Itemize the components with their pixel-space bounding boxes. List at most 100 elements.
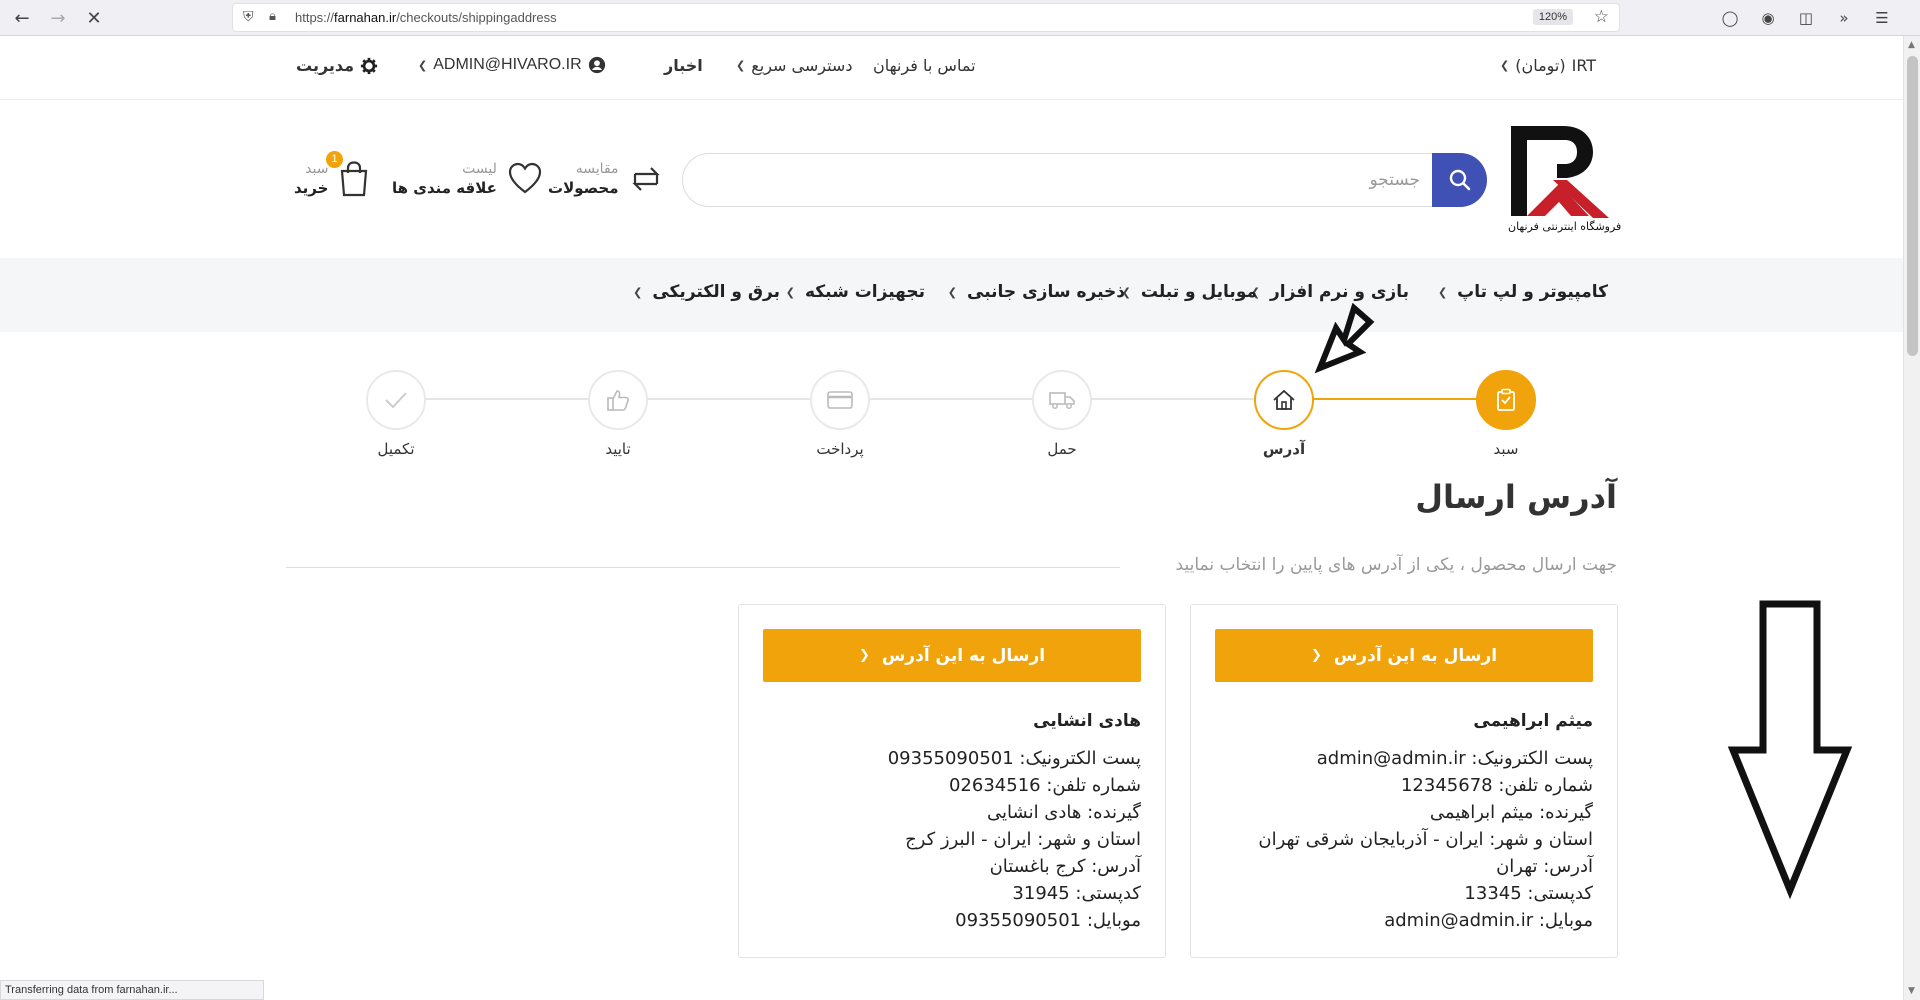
address-receiver: گیرنده: میثم ابراهیمی xyxy=(1429,802,1593,823)
heart-icon xyxy=(508,162,541,194)
wishlist-link[interactable]: لیست علاقه مندی ها xyxy=(392,155,543,203)
scroll-down-icon[interactable]: ▼ xyxy=(1908,986,1915,996)
ship-to-address-button[interactable]: ارسال به این آدرس ❮ xyxy=(763,629,1141,682)
compare-arrows-icon xyxy=(631,167,660,191)
step-label-complete: تکمیل xyxy=(377,440,415,458)
compare-products-link[interactable]: مقایسه محصولات xyxy=(548,155,663,203)
admin-link[interactable]: مدیریت xyxy=(296,56,378,75)
chevron-down-icon: ❯ xyxy=(418,58,428,72)
ship-to-address-button[interactable]: ارسال به این آدرس ❮ xyxy=(1215,629,1593,682)
address-phone: شماره تلفن: 02634516 xyxy=(948,775,1141,796)
scroll-up-icon[interactable]: ▲ xyxy=(1908,40,1915,50)
chevron-down-icon: ❯ xyxy=(736,59,746,72)
extensions-icon[interactable]: ◫ xyxy=(1792,4,1820,32)
address-email: پست الکترونیک: 09355090501 xyxy=(887,748,1141,769)
zoom-level[interactable]: 120% xyxy=(1532,9,1573,25)
page-subtitle: جهت ارسال محصول ، یکی از آدرس های پایین … xyxy=(1175,555,1617,575)
address-card: ارسال به این آدرس ❮ هادی انشایی پست الکت… xyxy=(738,604,1166,958)
category-nav: کامپیوتر و لپ تاپ ❯ بازی و نرم افزار ❯ موب… xyxy=(0,258,1903,332)
cart-count-badge: 1 xyxy=(326,151,343,168)
chevron-down-icon: ❯ xyxy=(633,285,643,299)
address-bar[interactable]: ⛨ 🔒︎ https://farnahan.ir/checkouts/shipp… xyxy=(232,3,1620,32)
address-mobile: موبایل: 09355090501 xyxy=(955,910,1141,931)
chevron-down-icon: ❯ xyxy=(1437,285,1448,299)
steps-progress xyxy=(1284,398,1506,400)
user-menu[interactable]: ADMIN@HIVARO.IR ❯ xyxy=(418,56,606,74)
search-icon xyxy=(1449,169,1470,191)
chevron-left-icon: ❮ xyxy=(858,648,870,663)
step-label-payment: پرداخت xyxy=(816,440,864,458)
page-scrollbar[interactable]: ▲ ▼ xyxy=(1903,36,1920,1000)
chevron-down-icon: ❯ xyxy=(785,285,795,299)
step-cart[interactable] xyxy=(1476,370,1536,430)
address-mobile: موبایل: admin@admin.ir xyxy=(1384,910,1593,931)
logo-caption: فروشگاه اینترنتی فرنهان xyxy=(1508,220,1622,233)
category-external-storage[interactable]: ذخیره سازی جانبی ❯ xyxy=(948,282,1125,302)
address-street: آدرس: تهران xyxy=(1496,856,1593,877)
clipboard-icon xyxy=(1497,388,1515,411)
address-email: پست الکترونیک: admin@admin.ir xyxy=(1316,748,1593,769)
address-card: ارسال به این آدرس ❮ میثم ابراهیمی پست ال… xyxy=(1190,604,1618,958)
chevron-down-icon: ❯ xyxy=(947,285,957,299)
contact-link[interactable]: تماس با فرنهان xyxy=(873,56,976,75)
account-icon[interactable]: ◉ xyxy=(1754,4,1782,32)
scrollbar-thumb[interactable] xyxy=(1907,56,1918,356)
stop-loading-icon[interactable]: ✕ xyxy=(80,4,108,32)
address-street: آدرس: کرج باغستان xyxy=(989,856,1141,877)
lock-icon[interactable]: 🔒︎ xyxy=(269,9,276,24)
url-text[interactable]: https://farnahan.ir/checkouts/shippingad… xyxy=(295,10,557,25)
address-postal: کدپستی: 31945 xyxy=(1012,883,1141,904)
chevron-left-icon: ❮ xyxy=(1310,648,1322,663)
shield-icon[interactable]: ⛨ xyxy=(243,9,254,25)
category-games-software[interactable]: بازی و نرم افزار ❯ xyxy=(1251,282,1409,302)
credit-card-icon xyxy=(827,391,853,409)
news-link[interactable]: اخبار xyxy=(664,56,703,75)
browser-status-bar: Transferring data from farnahan.ir... xyxy=(0,980,264,1000)
annotation-arrow-small-icon xyxy=(1314,302,1375,374)
address-province-city: استان و شهر: ایران - آذربایجان شرقی تهرا… xyxy=(1258,829,1593,850)
step-confirm[interactable] xyxy=(588,370,648,430)
category-electrical[interactable]: برق و الکتریکی ❯ xyxy=(633,282,780,302)
step-label-address: آدرس xyxy=(1262,440,1306,458)
step-complete[interactable] xyxy=(366,370,426,430)
menu-icon[interactable]: ☰ xyxy=(1868,4,1896,32)
truck-icon xyxy=(1049,392,1075,409)
address-name: هادی انشایی xyxy=(1033,711,1141,731)
currency-selector[interactable]: IRT (تومان) ❯ xyxy=(1500,56,1596,75)
logo-mark-icon xyxy=(1511,126,1609,218)
step-label-confirm: تایید xyxy=(605,440,631,458)
search-input[interactable] xyxy=(700,166,1420,194)
home-icon xyxy=(1273,389,1295,410)
category-network-equipment[interactable]: تجهیزات شبکه ❯ xyxy=(786,282,925,302)
address-postal: کدپستی: 13345 xyxy=(1464,883,1593,904)
browser-toolbar: ← → ✕ ⛨ 🔒︎ https://farnahan.ir/checkouts… xyxy=(0,0,1920,36)
chevron-down-icon: ❯ xyxy=(1500,59,1510,72)
top-bar: IRT (تومان) ❯ تماس با فرنهان دسترسی سریع… xyxy=(0,36,1903,100)
annotation-arrow-down-icon xyxy=(1727,600,1853,900)
forward-arrow-icon[interactable]: → xyxy=(44,4,72,32)
user-circle-icon xyxy=(588,56,605,74)
address-phone: شماره تلفن: 12345678 xyxy=(1400,775,1593,796)
page-title: آدرس ارسال xyxy=(1415,478,1617,516)
address-province-city: استان و شهر: ایران - البرز کرج xyxy=(905,829,1141,850)
overflow-chevrons-icon[interactable]: » xyxy=(1830,4,1858,32)
step-shipping[interactable] xyxy=(1032,370,1092,430)
site-logo[interactable] xyxy=(1505,122,1615,232)
category-computer-laptop[interactable]: کامپیوتر و لپ تاپ ❯ xyxy=(1438,282,1608,302)
category-mobile-tablet[interactable]: موبایل و تبلت ❯ xyxy=(1122,282,1257,302)
divider xyxy=(286,567,1120,568)
check-icon xyxy=(385,392,407,409)
bookmark-star-icon[interactable]: ☆ xyxy=(1594,7,1609,27)
address-receiver: گیرنده: هادی انشایی xyxy=(987,802,1141,823)
step-label-shipping: حمل xyxy=(1047,440,1077,458)
shopping-bag-icon xyxy=(341,161,368,197)
quick-access-menu[interactable]: دسترسی سریع ❯ xyxy=(736,56,852,75)
back-arrow-icon[interactable]: ← xyxy=(8,4,36,32)
gear-icon xyxy=(360,57,378,74)
address-name: میثم ابراهیمی xyxy=(1473,711,1593,731)
step-label-cart: سبد xyxy=(1493,440,1519,458)
thumbs-up-icon xyxy=(607,390,629,411)
step-payment[interactable] xyxy=(810,370,870,430)
search-button[interactable] xyxy=(1432,153,1487,207)
pocket-icon[interactable]: ◯ xyxy=(1716,4,1744,32)
